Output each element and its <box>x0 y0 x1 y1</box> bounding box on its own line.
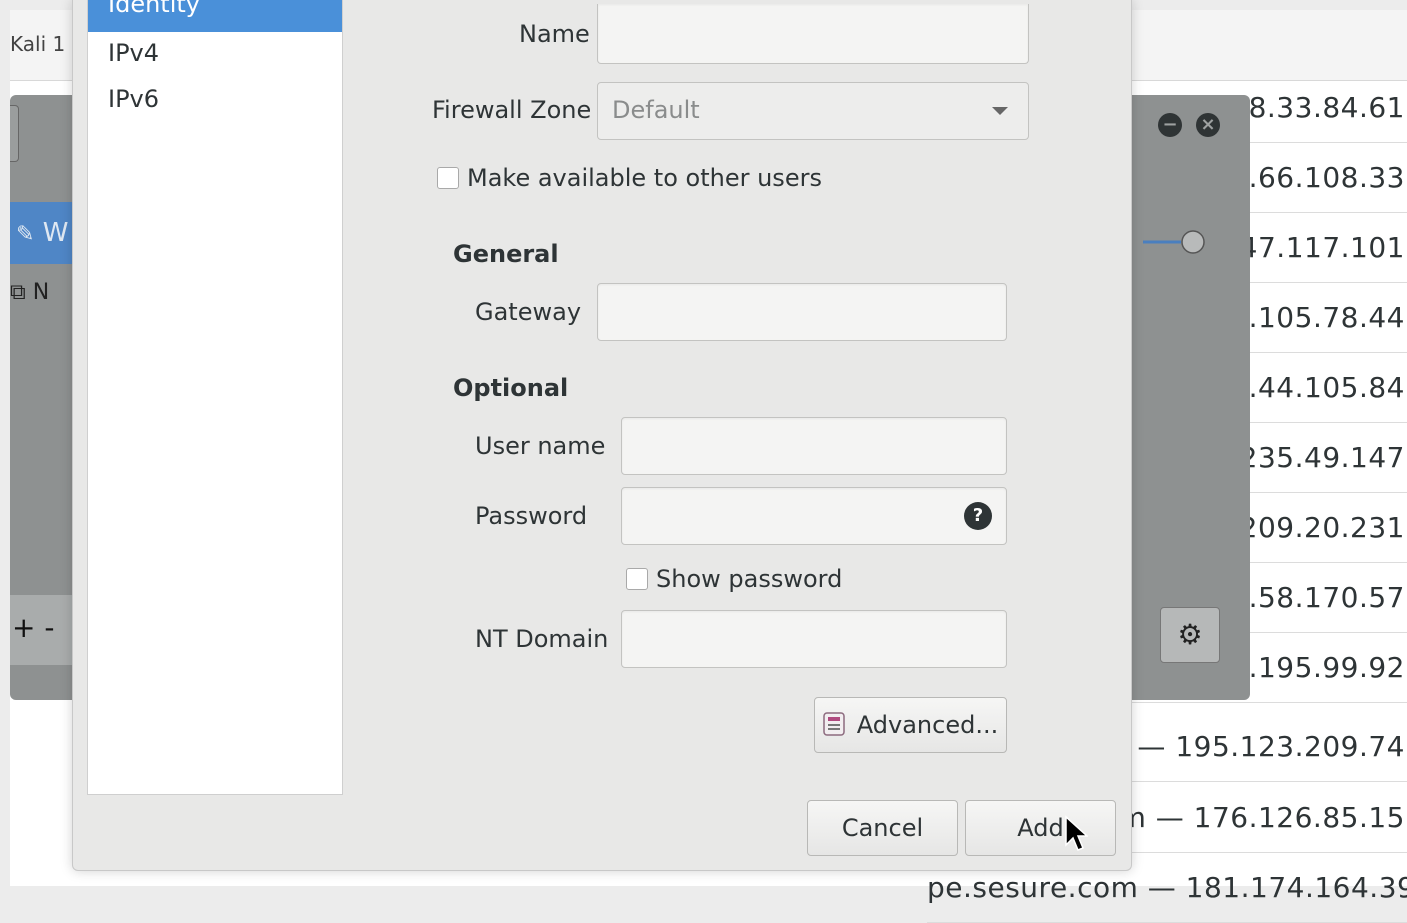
password-input[interactable]: ? <box>621 487 1007 545</box>
name-input[interactable] <box>597 4 1029 64</box>
chevron-down-icon <box>992 107 1008 115</box>
general-heading: General <box>453 240 559 268</box>
network-list-toolbar: + - <box>10 595 72 665</box>
sidebar-item-identity[interactable]: Identity <box>88 0 342 32</box>
minimize-icon[interactable]: − <box>1158 113 1182 137</box>
cancel-button[interactable]: Cancel <box>807 800 958 856</box>
nt-domain-input[interactable] <box>621 610 1007 668</box>
dialog-sidebar: Identity IPv4 IPv6 <box>87 0 343 795</box>
make-available-checkbox[interactable] <box>437 167 459 189</box>
show-password-label: Show password <box>656 565 843 593</box>
advanced-settings-icon <box>823 712 845 736</box>
window-controls: − × <box>1158 113 1234 137</box>
nt-domain-label: NT Domain <box>475 625 609 653</box>
vpn-connection-dialog: Identity IPv4 IPv6 Name Firewall Zone De… <box>72 0 1132 871</box>
close-icon[interactable]: × <box>1196 113 1220 137</box>
firewall-zone-value: Default <box>612 96 700 124</box>
background-window-title: Kali 1 <box>10 32 66 56</box>
username-label: User name <box>475 432 606 460</box>
add-remove-buttons[interactable]: + - <box>12 611 54 644</box>
gear-icon: ⚙ <box>1177 618 1203 651</box>
show-password-row[interactable]: Show password <box>626 565 842 593</box>
gateway-label: Gateway <box>475 298 582 326</box>
network-list-item-selected[interactable]: ✎ W <box>10 202 72 264</box>
sidebar-item-ipv4[interactable]: IPv4 <box>88 30 342 76</box>
add-button[interactable]: Add <box>965 800 1116 856</box>
make-available-label: Make available to other users <box>467 164 822 192</box>
show-password-checkbox[interactable] <box>626 568 648 590</box>
network-list-item-label: N <box>32 280 50 305</box>
optional-heading: Optional <box>453 374 569 402</box>
make-available-row[interactable]: Make available to other users <box>437 164 822 192</box>
settings-button[interactable]: ⚙ <box>1160 607 1220 663</box>
gateway-input[interactable] <box>597 283 1007 341</box>
network-list-item[interactable]: ⧉ N <box>10 280 49 305</box>
header-button[interactable] <box>10 105 19 162</box>
password-options-icon[interactable]: ? <box>964 502 992 530</box>
mouse-pointer-icon <box>1065 815 1088 851</box>
toggle-switch[interactable] <box>1143 227 1223 257</box>
name-label: Name <box>519 20 590 48</box>
network-wired-icon: ⧉ <box>10 280 26 305</box>
advanced-button-label: Advanced... <box>856 711 999 739</box>
advanced-button[interactable]: Advanced... <box>814 697 1007 753</box>
cancel-button-label: Cancel <box>841 814 924 842</box>
sidebar-item-ipv6[interactable]: IPv6 <box>88 76 342 122</box>
password-label: Password <box>475 502 588 530</box>
firewall-zone-label: Firewall Zone <box>432 96 592 124</box>
pencil-icon: ✎ <box>16 222 35 247</box>
network-list-item-label: W <box>42 218 69 248</box>
add-button-label: Add <box>1017 814 1064 842</box>
username-input[interactable] <box>621 417 1007 475</box>
firewall-zone-dropdown[interactable]: Default <box>597 82 1029 140</box>
